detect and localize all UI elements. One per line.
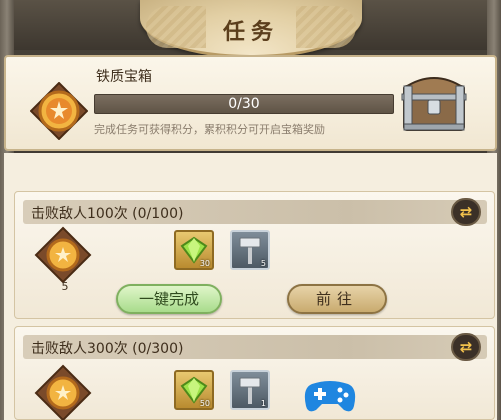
iron-chest-icon[interactable]	[398, 66, 470, 134]
swap-task-button[interactable]: ⇄	[451, 198, 481, 226]
chest-name: 铁质宝箱	[96, 69, 152, 85]
chest-hint: 完成任务可获得积分，累积积分可开启宝箱奖励	[94, 123, 325, 136]
reward-count: 50	[199, 399, 210, 408]
swap-task-button[interactable]: ⇄	[451, 333, 481, 361]
chest-progress-bar: 0/30	[94, 94, 394, 114]
game-frame: 任务 铁质宝箱 0/30 完成任务可获得积分，累积积分可开启宝箱奖励 击败敌人1…	[0, 0, 501, 420]
complete-all-button[interactable]: 一键完成	[116, 284, 222, 314]
gamepad-icon	[304, 381, 356, 412]
page-title: 任务	[222, 20, 279, 45]
reward-count: 1	[260, 399, 266, 408]
go-button[interactable]: 前往	[287, 284, 387, 314]
task-medal-icon	[34, 364, 92, 420]
task-medal-icon	[34, 226, 92, 284]
chest-progress-text: 0/30	[228, 96, 260, 112]
medal-count: 5	[61, 280, 69, 293]
medal-icon	[30, 82, 88, 140]
task-header: 击败敌人300次 (0/300) ⇄	[23, 333, 487, 361]
reward-item[interactable]: 50	[174, 370, 214, 410]
task-title: 击败敌人300次 (0/300)	[31, 341, 184, 357]
reward-count: 5	[260, 259, 266, 268]
reward-count: 30	[199, 259, 210, 268]
reward-item[interactable]: 1	[230, 370, 270, 410]
task-title: 击败敌人100次 (0/100)	[31, 206, 184, 222]
reward-item[interactable]: 5	[230, 230, 270, 270]
task-header: 击败敌人100次 (0/100) ⇄	[23, 198, 487, 226]
reward-item[interactable]: 30	[174, 230, 214, 270]
